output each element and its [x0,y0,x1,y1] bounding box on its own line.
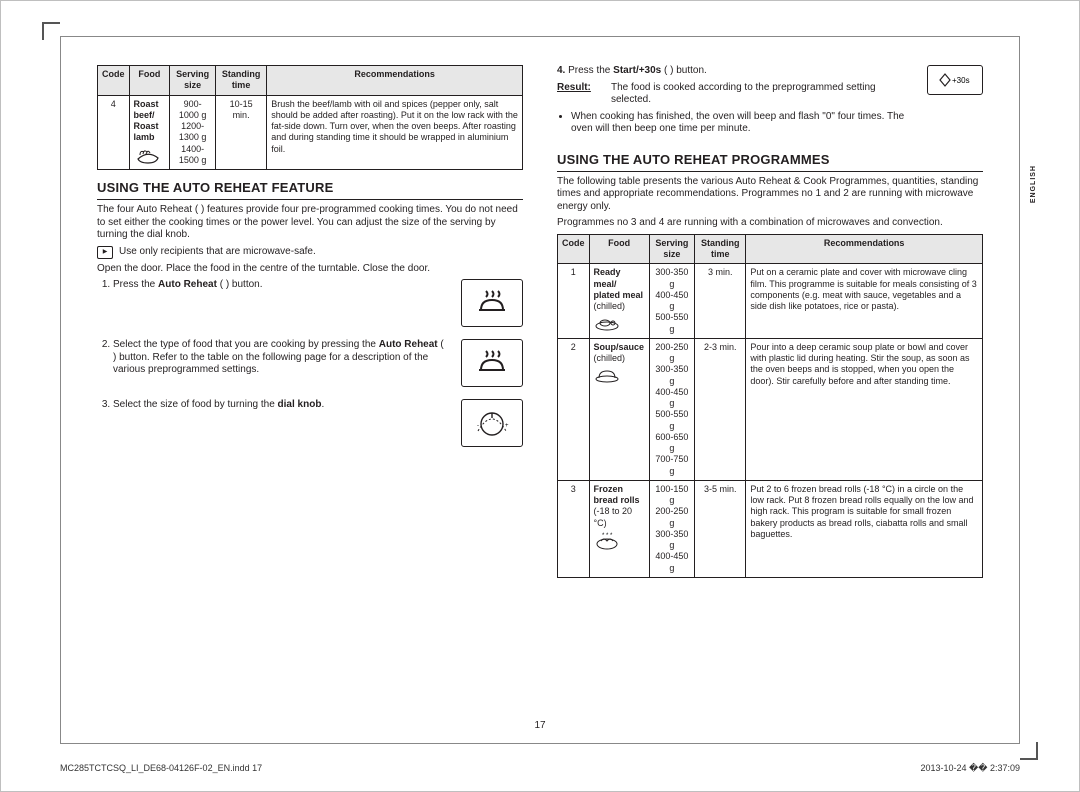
cell-standing: 10-15 min. [215,95,266,170]
step-1: Press the Auto Reheat ( ) button. [113,279,523,327]
manual-page: ENGLISH Code Food Serving size Standing … [60,36,1020,744]
language-tab: ENGLISH [1030,165,1037,203]
food-icon: * * * [594,531,645,551]
table-row: 2Soup/sauce(chilled)200-250 g300-350 g40… [558,338,983,480]
th-code: Code [558,234,590,264]
note-icon [97,246,113,259]
th-food: Food [129,66,170,96]
th-rec: Recommendations [746,234,983,264]
reheat-icon [461,339,523,387]
intro-text: The four Auto Reheat ( ) features provid… [97,204,523,242]
result-bullets: When cooking has finished, the oven will… [571,111,915,136]
cell-food: Frozenbread rolls(-18 to 20 °C)* * * [589,480,649,577]
cell-food: Ready meal/plated meal(chilled) [589,264,649,339]
crop-mark-tl [42,22,60,40]
table-row: 1Ready meal/plated meal(chilled)300-350 … [558,264,983,339]
reheat-icon [461,279,523,327]
crop-mark-br [1020,742,1038,760]
cell-rec: Brush the beef/lamb with oil and spices … [267,95,523,170]
roast-table: Code Food Serving size Standing time Rec… [97,65,523,170]
page-number: 17 [61,720,1019,731]
cell-rec: Pour into a deep ceramic soup plate or b… [746,338,983,480]
prog-intro-2: Programmes no 3 and 4 are running with a… [557,217,983,230]
cell-food: Roast beef/ Roast lamb [129,95,170,170]
cell-standing: 2-3 min. [695,338,746,480]
cell-standing: 3 min. [695,264,746,339]
cell-code: 3 [558,480,590,577]
svg-text:+: + [505,423,509,429]
roast-icon [134,146,166,166]
cell-serving: 300-350 g400-450 g500-550 g [649,264,694,339]
open-door-text: Open the door. Place the food in the cen… [97,263,523,276]
th-standing: Standing time [695,234,746,264]
imposition-footer: MC285TCTCSQ_LI_DE68-04126F-02_EN.indd 17… [60,763,1020,774]
start-30s-icon: +30s [927,65,983,95]
footer-right: 2013-10-24 �� 2:37:09 [920,763,1020,774]
dial-knob-icon: -+ [461,399,523,447]
th-rec: Recommendations [267,66,523,96]
steps-list: Press the Auto Reheat ( ) button. [97,279,523,447]
svg-text:-: - [477,423,479,429]
step-3: Select the size of food by turning the d… [113,399,523,447]
cell-serving: 200-250 g300-350 g400-450 g500-550 g600-… [649,338,694,480]
food-icon [594,314,645,332]
right-column: 4. Press the Start/+30s ( ) button. Resu… [557,65,983,717]
step-2: Select the type of food that you are coo… [113,339,523,387]
th-food: Food [589,234,649,264]
th-standing: Standing time [215,66,266,96]
left-column: Code Food Serving size Standing time Rec… [97,65,523,717]
th-code: Code [98,66,130,96]
cell-code: 4 [98,95,130,170]
cell-code: 1 [558,264,590,339]
cell-rec: Put on a ceramic plate and cover with mi… [746,264,983,339]
svg-text:* * *: * * * [602,533,613,539]
cell-rec: Put 2 to 6 frozen bread rolls (-18 °C) i… [746,480,983,577]
result-label: Result: [557,82,601,95]
cell-standing: 3-5 min. [695,480,746,577]
result-text: The food is cooked according to the prep… [611,82,915,107]
heading-auto-reheat-programmes: USING THE AUTO REHEAT PROGRAMMES [557,152,983,172]
heading-auto-reheat-feature: USING THE AUTO REHEAT FEATURE [97,180,523,200]
th-serving: Serving size [170,66,216,96]
programmes-table: Code Food Serving size Standing time Rec… [557,234,983,578]
cell-code: 2 [558,338,590,480]
note-text: Use only recipients that are microwave-s… [119,246,316,259]
table-row: 4 Roast beef/ Roast lamb [98,95,523,170]
cell-serving: 900-1000 g 1200-1300 g 1400-1500 g [170,95,216,170]
svg-text:+30s: +30s [952,76,970,85]
table-row: 3Frozenbread rolls(-18 to 20 °C)* * *100… [558,480,983,577]
th-serving: Serving size [649,234,694,264]
footer-left: MC285TCTCSQ_LI_DE68-04126F-02_EN.indd 17 [60,763,262,774]
prog-intro-1: The following table presents the various… [557,176,983,214]
list-item: When cooking has finished, the oven will… [571,111,915,136]
cell-serving: 100-150 g200-250 g300-350 g400-450 g [649,480,694,577]
cell-food: Soup/sauce(chilled) [589,338,649,480]
food-icon [594,366,645,384]
